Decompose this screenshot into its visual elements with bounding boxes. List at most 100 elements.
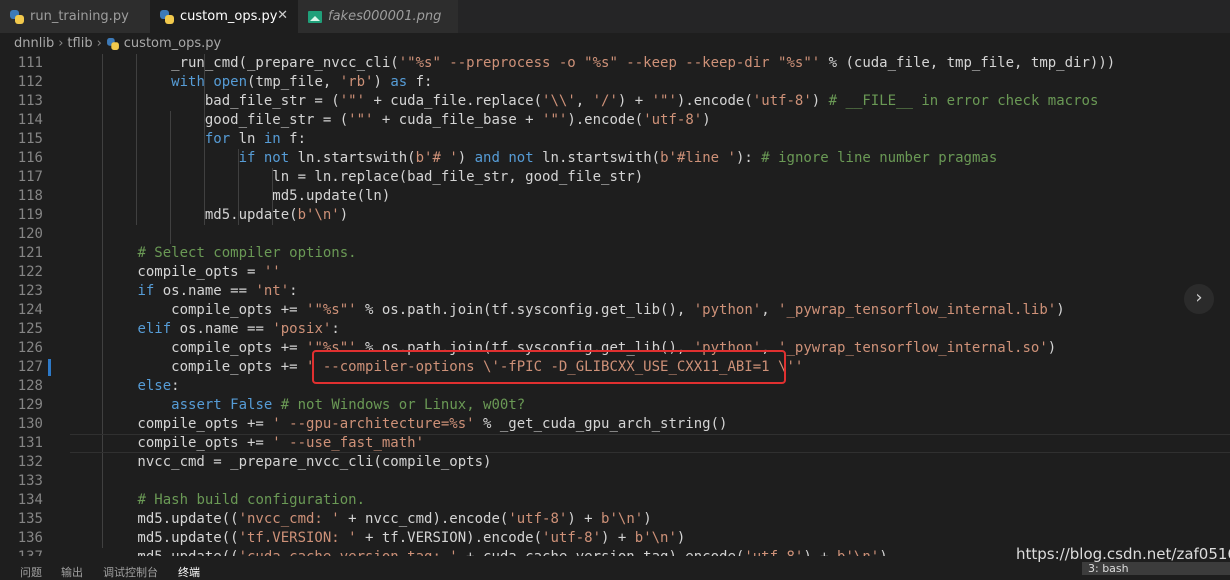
line-number: 125 — [17, 321, 43, 337]
chevron-right-icon: › — [96, 36, 102, 51]
code-text: compile_opts += ' --gpu-architecture=%s'… — [70, 416, 728, 432]
line-number: 128 — [17, 378, 43, 394]
code-text: if os.name == 'nt': — [137, 283, 298, 299]
line-number: 137 — [0, 548, 43, 556]
tab-debug-console[interactable]: 调试控制台 — [103, 564, 158, 580]
line-number: 114 — [17, 112, 43, 128]
line-number: 130 — [17, 416, 43, 432]
tab-run-training[interactable]: run_training.py — [0, 0, 150, 33]
chevron-right-icon[interactable]: › — [1184, 284, 1214, 314]
code-line[interactable]: 125 elif os.name == 'posix': — [0, 320, 1230, 339]
line-number: 135 — [17, 511, 43, 527]
watermark: https://blog.csdn.net/zaf0516 — [1016, 545, 1230, 563]
code-text: md5.update(ln) — [70, 188, 391, 204]
annotation-highlight-box — [312, 350, 786, 384]
code-line[interactable]: 112 with open(tmp_file, 'rb') as f: — [0, 73, 1230, 92]
line-number: 129 — [17, 397, 43, 413]
code-line[interactable]: 123 if os.name == 'nt': — [0, 282, 1230, 301]
code-line[interactable]: 133 — [0, 472, 1230, 491]
code-text: # Select compiler options. — [137, 245, 357, 261]
code-text: assert False # not Windows or Linux, w00… — [171, 397, 526, 413]
tab-output[interactable]: 输出 — [61, 564, 83, 580]
terminal-select[interactable]: 3: bash — [1082, 562, 1230, 575]
code-text: bad_file_str = ('"' + cuda_file.replace(… — [204, 93, 1099, 109]
tab-label: fakes000001.png — [328, 9, 442, 24]
line-number: 132 — [17, 454, 43, 470]
code-line[interactable]: 114 good_file_str = ('"' + cuda_file_bas… — [0, 111, 1230, 130]
indent-guide — [204, 54, 205, 225]
code-line[interactable]: 118 md5.update(ln) — [0, 187, 1230, 206]
code-line[interactable]: 130 compile_opts += ' --gpu-architecture… — [0, 415, 1230, 434]
code-text: ln = ln.replace(bad_file_str, good_file_… — [70, 169, 644, 185]
line-number: 119 — [17, 207, 43, 223]
code-line[interactable]: 111 _run_cmd(_prepare_nvcc_cli('"%s" --p… — [0, 54, 1230, 73]
code-text: # Hash build configuration. — [137, 492, 366, 508]
breadcrumb-dnnlib[interactable]: dnnlib — [14, 36, 54, 51]
line-number: 118 — [17, 188, 43, 204]
tab-label: run_training.py — [30, 9, 129, 24]
current-line-highlight — [70, 434, 1230, 453]
code-text: md5.update(('cuda_cache_version_tag: ' +… — [70, 548, 887, 556]
tab-terminal[interactable]: 终端 — [178, 564, 200, 580]
tab-fakes-png[interactable]: fakes000001.png — [298, 0, 458, 33]
code-line[interactable]: 113 bad_file_str = ('"' + cuda_file.repl… — [0, 92, 1230, 111]
code-line[interactable]: 115 for ln in f: — [0, 130, 1230, 149]
line-number: 133 — [17, 473, 43, 489]
code-text: md5.update(('nvcc_cmd: ' + nvcc_cmd).enc… — [70, 511, 652, 527]
python-icon — [10, 9, 24, 24]
line-number: 112 — [17, 74, 43, 90]
line-number: 134 — [17, 492, 43, 508]
code-text: else: — [137, 378, 180, 394]
tab-label: custom_ops.py — [180, 9, 278, 24]
code-line[interactable]: 135 md5.update(('nvcc_cmd: ' + nvcc_cmd)… — [0, 510, 1230, 529]
close-icon[interactable]: ✕ — [277, 8, 288, 23]
line-number: 111 — [17, 55, 43, 71]
line-number: 136 — [17, 530, 43, 546]
image-icon — [308, 10, 322, 23]
code-text: for ln in f: — [204, 131, 307, 147]
code-text: if not ln.startswith(b'# ') and not ln.s… — [238, 150, 998, 166]
line-number: 123 — [17, 283, 43, 299]
code-line[interactable]: 119 md5.update(b'\n') — [0, 206, 1230, 225]
editor-tab-bar: run_training.py custom_ops.py ✕ fakes000… — [0, 0, 1230, 33]
code-text: md5.update(b'\n') — [70, 207, 349, 223]
tab-custom-ops[interactable]: custom_ops.py ✕ — [150, 0, 298, 33]
breadcrumb-file[interactable]: custom_ops.py — [124, 36, 221, 51]
line-number: 131 — [17, 435, 43, 451]
code-text: good_file_str = ('"' + cuda_file_base + … — [70, 112, 711, 128]
breadcrumb: dnnlib › tflib › custom_ops.py — [0, 33, 1230, 54]
code-line[interactable]: 129 assert False # not Windows or Linux,… — [0, 396, 1230, 415]
code-line[interactable]: 120 — [0, 225, 1230, 244]
line-number: 120 — [17, 226, 43, 242]
line-number: 126 — [17, 340, 43, 356]
code-line[interactable]: 116 if not ln.startswith(b'# ') and not … — [0, 149, 1230, 168]
gutter-change-marker — [48, 359, 51, 376]
breadcrumb-tflib[interactable]: tflib — [67, 36, 92, 51]
code-text: with open(tmp_file, 'rb') as f: — [171, 74, 433, 90]
tab-problems[interactable]: 问题 — [20, 564, 42, 580]
indent-guide — [238, 149, 239, 225]
line-number: 127 — [17, 359, 43, 375]
indent-guide — [170, 111, 171, 244]
line-number: 117 — [17, 169, 43, 185]
code-text: elif os.name == 'posix': — [137, 321, 340, 337]
line-number: 124 — [17, 302, 43, 318]
indent-guide — [272, 168, 273, 225]
python-icon — [160, 9, 174, 24]
code-editor[interactable]: 111 _run_cmd(_prepare_nvcc_cli('"%s" --p… — [0, 54, 1230, 556]
line-number: 115 — [17, 131, 43, 147]
code-line[interactable]: 121 # Select compiler options. — [0, 244, 1230, 263]
indent-guide — [102, 54, 103, 548]
line-number: 121 — [17, 245, 43, 261]
line-number: 122 — [17, 264, 43, 280]
code-text: md5.update(('tf.VERSION: ' + tf.VERSION)… — [70, 530, 686, 546]
code-line[interactable]: 124 compile_opts += '"%s"' % os.path.joi… — [0, 301, 1230, 320]
code-line[interactable]: 134 # Hash build configuration. — [0, 491, 1230, 510]
code-text: _run_cmd(_prepare_nvcc_cli('"%s" --prepr… — [70, 55, 1116, 71]
code-line[interactable]: 132 nvcc_cmd = _prepare_nvcc_cli(compile… — [0, 453, 1230, 472]
line-number: 113 — [17, 93, 43, 109]
code-text: compile_opts += '"%s"' % os.path.join(tf… — [70, 302, 1065, 318]
code-text: nvcc_cmd = _prepare_nvcc_cli(compile_opt… — [70, 454, 492, 470]
code-line[interactable]: 117 ln = ln.replace(bad_file_str, good_f… — [0, 168, 1230, 187]
code-line[interactable]: 122 compile_opts = '' — [0, 263, 1230, 282]
